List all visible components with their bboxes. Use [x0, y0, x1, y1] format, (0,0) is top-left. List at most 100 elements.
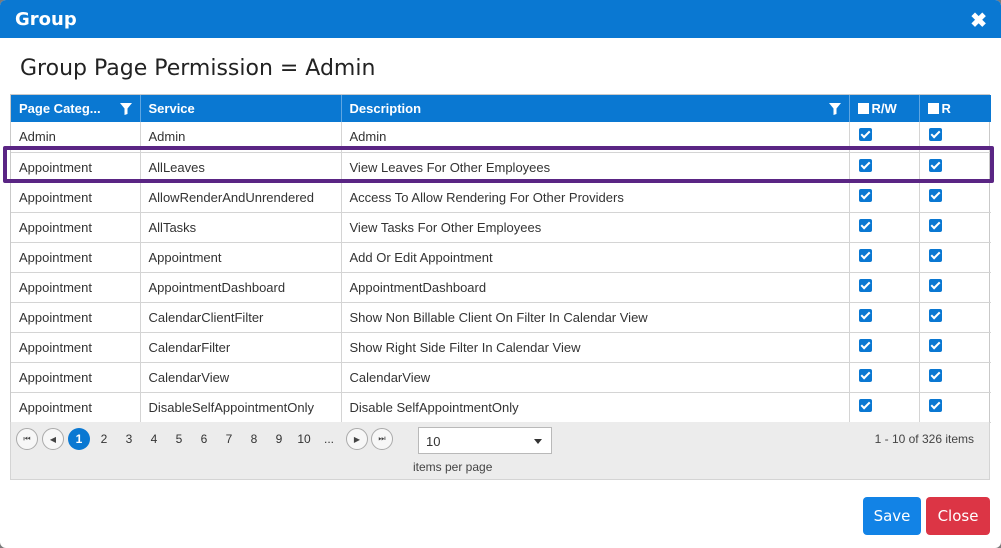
cell-rw [849, 242, 920, 273]
cell-description: Disable SelfAppointmentOnly [341, 392, 850, 423]
first-page-button[interactable]: ⏮ [16, 428, 38, 450]
prev-page-button[interactable]: ◀ [42, 428, 64, 450]
cell-r [919, 242, 991, 273]
table-row[interactable]: Appointment CalendarView CalendarView [11, 362, 991, 393]
page-number[interactable]: 3 [118, 428, 140, 450]
rw-checkbox[interactable] [858, 248, 872, 262]
rw-checkbox[interactable] [858, 278, 872, 292]
rw-checkbox[interactable] [858, 128, 872, 142]
column-header-page-category[interactable]: Page Categ... [11, 95, 141, 122]
page-number[interactable]: 9 [268, 428, 290, 450]
select-all-r-checkbox[interactable] [927, 103, 939, 114]
page-number[interactable]: 4 [143, 428, 165, 450]
page-number[interactable]: 7 [218, 428, 240, 450]
cell-rw [849, 302, 920, 333]
cell-service: CalendarFilter [140, 332, 342, 363]
permission-grid: Page Categ... Service Description R/W R … [10, 94, 991, 424]
cell-service: Appointment [140, 242, 342, 273]
r-checkbox[interactable] [928, 188, 942, 202]
rw-checkbox[interactable] [858, 158, 872, 172]
select-all-rw-checkbox[interactable] [857, 103, 869, 114]
rw-checkbox[interactable] [858, 338, 872, 352]
cell-service: AllTasks [140, 212, 342, 243]
column-header-label: R/W [871, 101, 897, 116]
table-row[interactable]: Admin Admin Admin [11, 122, 991, 153]
save-button[interactable]: Save [863, 497, 921, 535]
table-row[interactable]: Appointment CalendarFilter Show Right Side… [11, 332, 991, 363]
cell-category: Appointment [11, 272, 141, 303]
cell-service: CalendarClientFilter [140, 302, 342, 333]
rw-checkbox[interactable] [858, 308, 872, 322]
rw-checkbox[interactable] [858, 398, 872, 412]
r-checkbox[interactable] [928, 278, 942, 292]
table-row[interactable]: Appointment Appointment Add Or Edit Appoin… [11, 242, 991, 273]
r-checkbox[interactable] [928, 338, 942, 352]
page-number[interactable]: 8 [243, 428, 265, 450]
cell-service: CalendarView [140, 362, 342, 393]
column-header-description[interactable]: Description [341, 95, 850, 122]
page-size-select[interactable]: 10 [418, 427, 552, 454]
close-button[interactable]: Close [926, 497, 990, 535]
cell-description: Access To Allow Rendering For Other Prov… [341, 182, 850, 213]
cell-category: Appointment [11, 182, 141, 213]
cell-service: DisableSelfAppointmentOnly [140, 392, 342, 423]
page-number[interactable]: ... [318, 428, 340, 450]
rw-checkbox[interactable] [858, 368, 872, 382]
page-number[interactable]: 1 [68, 428, 90, 450]
table-row[interactable]: Appointment AllTasks View Tasks For Other … [11, 212, 991, 243]
column-header-label: Service [148, 101, 195, 116]
close-icon[interactable]: ✖ [970, 11, 987, 31]
cell-r [919, 122, 991, 153]
cell-r [919, 362, 991, 393]
rw-checkbox[interactable] [858, 218, 872, 232]
cell-r [919, 302, 991, 333]
rw-checkbox[interactable] [858, 188, 872, 202]
last-page-button[interactable]: ⏭ [371, 428, 393, 450]
page-size-label: items per page [413, 460, 493, 474]
cell-category: Appointment [11, 362, 141, 393]
table-row[interactable]: Appointment AllowRenderAndUnrendered Acces… [11, 182, 991, 213]
cell-category: Appointment [11, 332, 141, 363]
column-header-label: R [941, 101, 951, 116]
cell-rw [849, 212, 920, 243]
cell-r [919, 152, 991, 183]
column-header-label: Page Categ... [19, 101, 101, 116]
page-size-value: 10 [426, 434, 441, 449]
page-number[interactable]: 6 [193, 428, 215, 450]
cell-description: Add Or Edit Appointment [341, 242, 850, 273]
page-number[interactable]: 5 [168, 428, 190, 450]
chevron-down-icon [534, 439, 542, 444]
cell-category: Appointment [11, 302, 141, 333]
cell-r [919, 182, 991, 213]
r-checkbox[interactable] [928, 218, 942, 232]
r-checkbox[interactable] [928, 248, 942, 262]
r-checkbox[interactable] [928, 128, 942, 142]
cell-description: Admin [341, 122, 850, 153]
table-row[interactable]: Appointment DisableSelfAppointmentOnly Dis… [11, 392, 991, 423]
cell-category: Appointment [11, 392, 141, 423]
table-row[interactable]: Appointment CalendarClientFilter Show Non … [11, 302, 991, 333]
cell-description: CalendarView [341, 362, 850, 393]
page-number[interactable]: 10 [293, 428, 315, 450]
r-checkbox[interactable] [928, 158, 942, 172]
column-header-rw[interactable]: R/W [849, 95, 920, 122]
filter-icon[interactable] [119, 102, 132, 115]
cell-description: AppointmentDashboard [341, 272, 850, 303]
column-header-service[interactable]: Service [140, 95, 342, 122]
next-page-button[interactable]: ▶ [346, 428, 368, 450]
cell-r [919, 272, 991, 303]
grid-body: Admin Admin Admin Appointment AllLeaves View … [11, 122, 991, 423]
page-number[interactable]: 2 [93, 428, 115, 450]
cell-service: AllowRenderAndUnrendered [140, 182, 342, 213]
table-row[interactable]: Appointment AppointmentDashboard Appointme… [11, 272, 991, 303]
r-checkbox[interactable] [928, 308, 942, 322]
r-checkbox[interactable] [928, 398, 942, 412]
filter-icon[interactable] [828, 102, 841, 115]
group-dialog: Group ✖ Group Page Permission = Admin Pa… [0, 0, 1001, 548]
cell-description: Show Right Side Filter In Calendar View [341, 332, 850, 363]
table-row[interactable]: Appointment AllLeaves View Leaves For Othe… [11, 152, 991, 183]
column-header-r[interactable]: R [919, 95, 991, 122]
cell-category: Appointment [11, 152, 141, 183]
r-checkbox[interactable] [928, 368, 942, 382]
cell-description: Show Non Billable Client On Filter In Ca… [341, 302, 850, 333]
